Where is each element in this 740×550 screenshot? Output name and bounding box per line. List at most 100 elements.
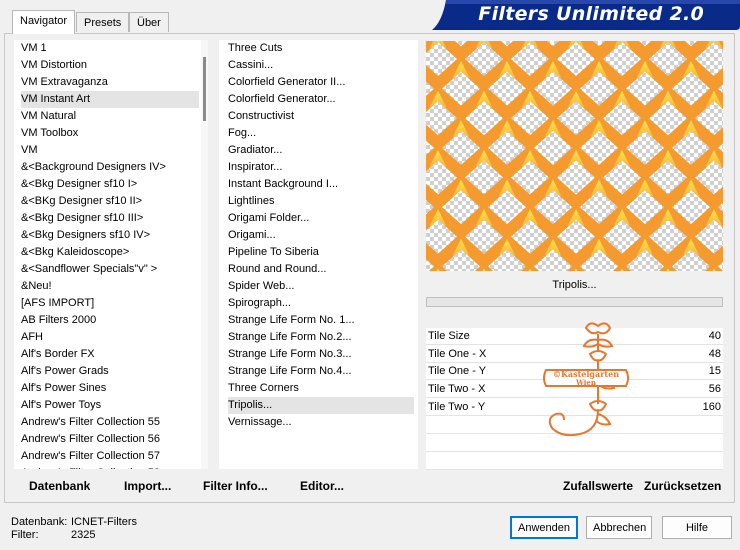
category-item[interactable]: VM Extravaganza bbox=[21, 74, 199, 91]
category-item[interactable]: Andrew's Filter Collection 55 bbox=[21, 414, 199, 431]
filter-item[interactable]: Pipeline To Siberia bbox=[228, 244, 414, 261]
preview-pattern bbox=[426, 41, 723, 271]
category-item[interactable]: Andrew's Filter Collection 57 bbox=[21, 448, 199, 465]
zuruecksetzen-button[interactable]: Zurücksetzen bbox=[644, 478, 721, 494]
category-item[interactable]: Alf's Power Toys bbox=[21, 397, 199, 414]
preview-slider[interactable] bbox=[426, 297, 723, 307]
button-label: Anwenden bbox=[518, 522, 570, 534]
import-button[interactable]: Import... bbox=[124, 478, 171, 494]
filter-item[interactable]: Colorfield Generator II... bbox=[228, 74, 414, 91]
scrollbar-thumb[interactable] bbox=[203, 57, 206, 121]
filter-item[interactable]: Three Cuts bbox=[228, 40, 414, 57]
filter-item[interactable]: Fog... bbox=[228, 125, 414, 142]
filter-item[interactable]: Three Corners bbox=[228, 380, 414, 397]
category-item[interactable]: [AFS IMPORT] bbox=[21, 295, 199, 312]
title-banner: Filters Unlimited 2.0 bbox=[432, 0, 740, 30]
category-scrollbar[interactable] bbox=[201, 40, 208, 469]
watermark-text-2: Wien bbox=[575, 378, 596, 387]
filter-item[interactable]: Origami Folder... bbox=[228, 210, 414, 227]
apply-button[interactable]: Anwenden bbox=[510, 516, 578, 539]
filter-item[interactable]: Vernissage... bbox=[228, 414, 414, 431]
param-value[interactable]: 160 bbox=[703, 399, 721, 416]
category-item[interactable]: &<Bkg Designers sf10 IV> bbox=[21, 227, 199, 244]
button-label: Import... bbox=[124, 479, 172, 493]
filter-item[interactable]: Round and Round... bbox=[228, 261, 414, 278]
button-label: Hilfe bbox=[685, 522, 708, 534]
category-item[interactable]: VM bbox=[21, 142, 199, 159]
filter-item[interactable]: Origami... bbox=[228, 227, 414, 244]
button-label: Filter Info... bbox=[203, 479, 268, 493]
editor-button[interactable]: Editor... bbox=[300, 478, 344, 494]
tab-label: Presets bbox=[84, 17, 122, 29]
preview-image bbox=[426, 41, 723, 271]
button-label: Editor... bbox=[300, 479, 345, 493]
filter-item[interactable]: Spider Web... bbox=[228, 278, 414, 295]
param-value[interactable]: 48 bbox=[709, 346, 721, 363]
filter-item[interactable]: Strange Life Form No.3... bbox=[228, 346, 414, 363]
filter-item[interactable]: Instant Background I... bbox=[228, 176, 414, 193]
category-item[interactable]: VM Instant Art bbox=[21, 91, 199, 108]
button-label: Zufallswerte bbox=[563, 479, 634, 493]
button-label: Datenbank bbox=[29, 479, 91, 493]
filter-item[interactable]: Inspirator... bbox=[228, 159, 414, 176]
param-label: Tile One - X bbox=[428, 348, 487, 360]
filter-info-button[interactable]: Filter Info... bbox=[203, 478, 268, 494]
filter-item[interactable]: Gradiator... bbox=[228, 142, 414, 159]
datenbank-value: ICNET-Filters bbox=[71, 516, 137, 528]
tab-navigator[interactable]: Navigator bbox=[12, 10, 76, 34]
filter-item[interactable]: Colorfield Generator... bbox=[228, 91, 414, 108]
filter-count-label: Filter: bbox=[11, 529, 39, 541]
tab-ueber[interactable]: Über bbox=[129, 12, 169, 32]
category-item[interactable]: &<Bkg Kaleidoscope> bbox=[21, 244, 199, 261]
category-item[interactable]: AB Filters 2000 bbox=[21, 312, 199, 329]
category-item[interactable]: VM Toolbox bbox=[21, 125, 199, 142]
filter-list[interactable]: Three Cuts Cassini... Colorfield Generator… bbox=[219, 40, 418, 469]
category-item[interactable]: Andrew's Filter Collection 58 bbox=[21, 465, 199, 469]
param-label: Tile Two - X bbox=[428, 383, 486, 395]
zufallswerte-button[interactable]: Zufallswerte bbox=[563, 478, 633, 494]
filter-item[interactable]: Strange Life Form No.2... bbox=[228, 329, 414, 346]
tab-label: Über bbox=[137, 17, 161, 29]
category-item[interactable]: Alf's Power Sines bbox=[21, 380, 199, 397]
param-value[interactable]: 40 bbox=[709, 328, 721, 345]
category-item[interactable]: &<Background Designers IV> bbox=[21, 159, 199, 176]
category-item[interactable]: VM Distortion bbox=[21, 57, 199, 74]
watermark-logo: ©Kastelgarten Wien bbox=[543, 322, 629, 437]
category-item[interactable]: &<Sandflower Specials"v" > bbox=[21, 261, 199, 278]
category-item[interactable]: Alf's Border FX bbox=[21, 346, 199, 363]
param-label: Tile Size bbox=[428, 330, 470, 342]
param-empty-row bbox=[426, 453, 723, 470]
help-button[interactable]: Hilfe bbox=[662, 516, 732, 539]
tab-label: Navigator bbox=[20, 15, 68, 27]
filter-item[interactable]: Lightlines bbox=[228, 193, 414, 210]
datenbank-label: Datenbank: bbox=[11, 516, 68, 528]
cancel-button[interactable]: Abbrechen bbox=[586, 516, 652, 539]
category-item[interactable]: &Neu! bbox=[21, 278, 199, 295]
banner-title: Filters Unlimited 2.0 bbox=[478, 3, 704, 25]
category-item[interactable]: VM 1 bbox=[21, 40, 199, 57]
tab-presets[interactable]: Presets bbox=[76, 12, 130, 32]
category-item[interactable]: &<Bkg Designer sf10 I> bbox=[21, 176, 199, 193]
button-label: Abbrechen bbox=[593, 522, 647, 534]
filter-item[interactable]: Cassini... bbox=[228, 57, 414, 74]
category-item[interactable]: &<BKg Designer sf10 II> bbox=[21, 193, 199, 210]
status-info: Datenbank: ICNET-Filters Filter: 2325 bbox=[11, 516, 137, 542]
filter-item[interactable]: Tripolis... bbox=[228, 397, 414, 414]
category-item[interactable]: Alf's Power Grads bbox=[21, 363, 199, 380]
category-item[interactable]: Andrew's Filter Collection 56 bbox=[21, 431, 199, 448]
param-label: Tile One - Y bbox=[428, 365, 487, 377]
filter-item[interactable]: Spirograph... bbox=[228, 295, 414, 312]
filter-item[interactable]: Strange Life Form No.4... bbox=[228, 363, 414, 380]
filter-item[interactable]: Constructivist bbox=[228, 108, 414, 125]
param-value[interactable]: 15 bbox=[709, 363, 721, 380]
datenbank-button[interactable]: Datenbank bbox=[29, 478, 90, 494]
filter-count-value: 2325 bbox=[71, 529, 96, 541]
filter-item[interactable]: Strange Life Form No. 1... bbox=[228, 312, 414, 329]
category-item[interactable]: AFH bbox=[21, 329, 199, 346]
category-list[interactable]: VM 1 VM Distortion VM Extravaganza VM Insta… bbox=[14, 40, 208, 469]
category-item[interactable]: &<Bkg Designer sf10 III> bbox=[21, 210, 199, 227]
param-value[interactable]: 56 bbox=[709, 381, 721, 398]
category-item[interactable]: VM Natural bbox=[21, 108, 199, 125]
tab-strip: Navigator Presets Über bbox=[0, 0, 430, 34]
param-label: Tile Two - Y bbox=[428, 401, 486, 413]
